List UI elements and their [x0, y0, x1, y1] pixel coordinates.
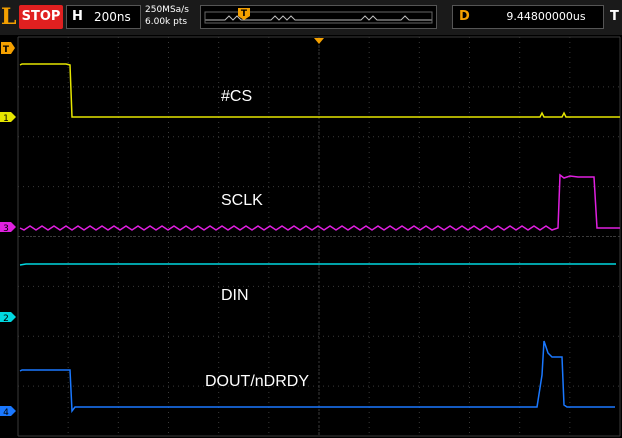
ch2-offset-marker[interactable]: 2	[0, 312, 16, 322]
graticule	[17, 36, 621, 437]
svg-text:T: T	[241, 9, 248, 19]
trigger-level-marker[interactable]: T	[1, 42, 15, 54]
run-stop-button[interactable]: STOP	[19, 5, 63, 29]
horizontal-key: H	[72, 9, 83, 24]
trigger-position-marker	[314, 38, 324, 44]
label-sclk: SCLK	[221, 192, 263, 209]
svg-text:1: 1	[3, 114, 9, 122]
delay-key: D	[459, 9, 470, 24]
toolbar: L STOP H 200ns 250MSa/s 6.00k pts T D 9.…	[0, 0, 622, 35]
svg-text:2: 2	[3, 314, 9, 322]
delay-box[interactable]: D 9.44800000us	[452, 5, 604, 29]
horizontal-timebase-box[interactable]: H 200ns	[66, 5, 141, 29]
label-din: DIN	[221, 287, 249, 304]
ch3-offset-marker[interactable]: 3	[0, 222, 16, 232]
waveform-ch3	[19, 173, 620, 231]
ch4-offset-marker[interactable]: 4	[0, 406, 16, 416]
waveform-navigator[interactable]: T	[200, 5, 437, 29]
waveform-ch2	[19, 263, 616, 266]
svg-text:4: 4	[3, 408, 9, 416]
waveform-ch4	[19, 340, 615, 414]
label-dout-ndrdy: DOUT/nDRDY	[205, 373, 310, 390]
memory-depth: 6.00k pts	[145, 17, 188, 27]
waveform-canvas	[17, 36, 621, 437]
acquisition-info: 250MSa/s 6.00k pts	[145, 4, 197, 30]
delay-value: 9.44800000us	[506, 10, 586, 23]
waveform-display[interactable]: T 1 3 2 4 #CS SCLK DIN DOUT/nDRDY	[0, 35, 622, 438]
ch1-offset-marker[interactable]: 1	[0, 112, 16, 122]
timebase-value: 200ns	[94, 10, 131, 24]
label-cs: #CS	[221, 88, 253, 105]
waveform-ch1	[19, 63, 620, 118]
rigol-logo: L	[1, 4, 17, 30]
sample-rate: 250MSa/s	[145, 5, 189, 15]
trigger-menu-button[interactable]: T	[610, 5, 622, 29]
svg-text:3: 3	[3, 224, 9, 232]
svg-text:T: T	[3, 45, 10, 54]
trigger-position-icon: T	[238, 8, 250, 20]
